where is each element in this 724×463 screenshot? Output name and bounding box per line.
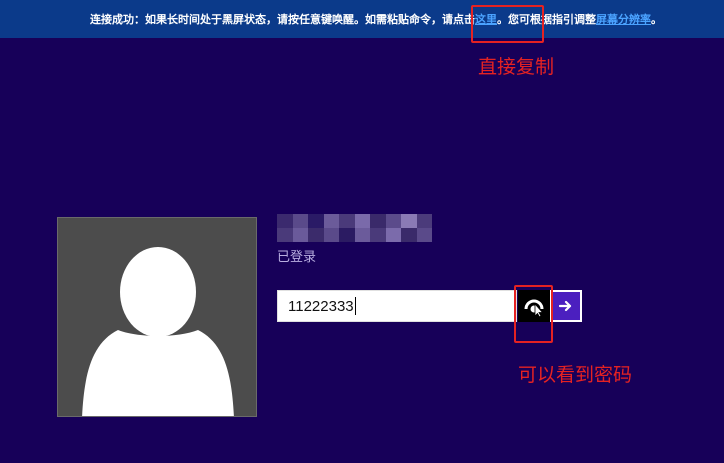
banner-message-end: 。 [651, 13, 662, 26]
text-caret [354, 297, 356, 315]
annotation-reveal-label: 可以看到密码 [518, 364, 633, 386]
user-avatar [57, 217, 257, 417]
annotation-box-reveal [514, 285, 553, 343]
annotation-box-paste [471, 5, 544, 43]
screen-resolution-link[interactable]: 屏幕分辨率 [596, 11, 651, 27]
connection-banner: 连接成功：如果长时间处于黑屏状态，请按任意键唤醒。如需粘贴命令，请点击 这里 。… [0, 0, 724, 38]
annotation-copy-label: 直接复制 [478, 56, 555, 78]
username-masked [277, 214, 432, 242]
submit-button[interactable] [550, 290, 582, 322]
signed-in-status: 已登录 [277, 250, 317, 265]
banner-message: 连接成功：如果长时间处于黑屏状态，请按任意键唤醒。如需粘贴命令，请点击 [90, 13, 475, 26]
arrow-right-icon [559, 300, 572, 312]
user-silhouette-icon [82, 247, 234, 416]
password-value: 11222333 [288, 297, 354, 315]
password-input[interactable]: 11222333 [277, 290, 517, 322]
